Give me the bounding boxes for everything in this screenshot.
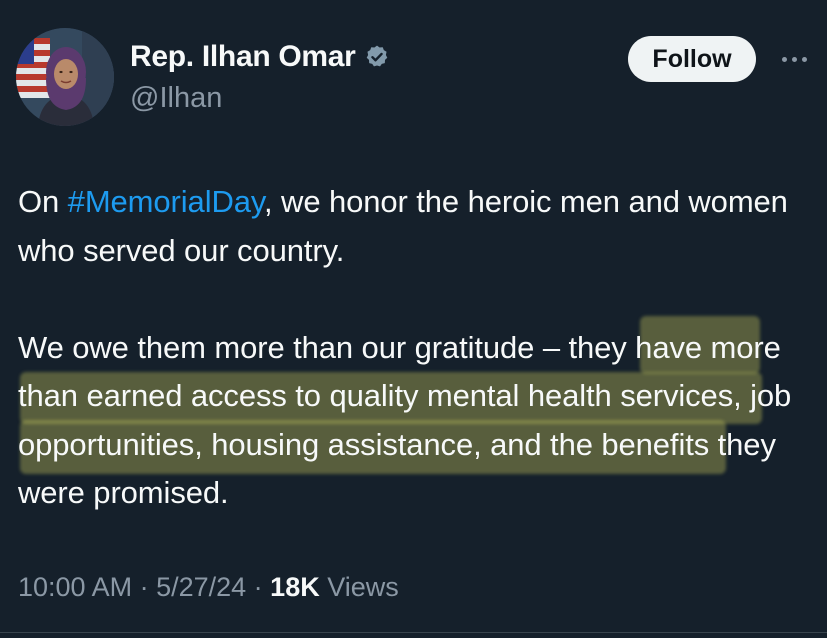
meta-separator: · bbox=[132, 572, 157, 602]
tweet-meta: 10:00 AM · 5/27/24 · 18K Views bbox=[18, 572, 399, 603]
tweet-paragraph-1: On #MemorialDay, we honor the heroic men… bbox=[18, 178, 818, 275]
verified-badge-icon bbox=[364, 44, 390, 70]
author-name-row[interactable]: Rep. Ilhan Omar bbox=[130, 40, 390, 74]
tweet-text-segment: On bbox=[18, 184, 68, 219]
profile-photo bbox=[16, 28, 114, 126]
meta-separator: · bbox=[246, 572, 271, 602]
avatar[interactable] bbox=[16, 28, 114, 126]
author-display-name[interactable]: Rep. Ilhan Omar bbox=[130, 40, 356, 74]
tweet-time[interactable]: 10:00 AM bbox=[18, 572, 132, 602]
tweet-paragraph-2: We owe them more than our gratitude – th… bbox=[18, 329, 792, 511]
tweet-date[interactable]: 5/27/24 bbox=[156, 572, 246, 602]
follow-button[interactable]: Follow bbox=[628, 36, 756, 82]
more-horizontal-icon[interactable] bbox=[776, 46, 812, 72]
divider bbox=[0, 632, 827, 633]
views-count[interactable]: 18K bbox=[270, 572, 320, 602]
tweet-text: On #MemorialDay, we honor the heroic men… bbox=[18, 178, 818, 518]
hashtag-link[interactable]: #MemorialDay bbox=[68, 184, 264, 219]
author-handle[interactable]: @Ilhan bbox=[130, 82, 222, 115]
views-label[interactable]: Views bbox=[320, 572, 399, 602]
